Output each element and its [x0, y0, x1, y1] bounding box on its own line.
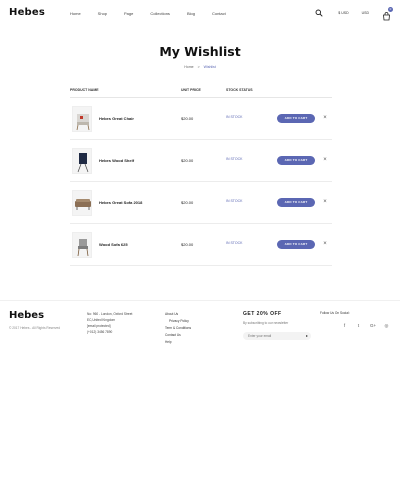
footer-contact: No: 960 - London, Oxford Street EC,Unite…	[87, 311, 132, 335]
twitter-icon[interactable]: t	[356, 323, 361, 329]
remove-icon[interactable]: ×	[322, 199, 328, 205]
remove-icon[interactable]: ×	[322, 157, 328, 163]
footer-links: About Us Privacy Policy Term & Condition…	[165, 311, 191, 346]
product-thumbnail[interactable]	[72, 106, 92, 132]
nav-item-collections[interactable]: Collections	[150, 11, 170, 16]
nav-item-contact[interactable]: Contact	[212, 11, 226, 16]
main-nav: Home Shop Page Collections Blog Contact	[70, 11, 243, 16]
product-thumbnail[interactable]	[72, 190, 92, 216]
email-input[interactable]	[248, 333, 303, 339]
newsletter-title: GET 20% OFF	[243, 311, 282, 317]
nav-item-page[interactable]: Page	[124, 11, 133, 16]
stock-status: IN STOCK	[226, 157, 243, 161]
header-product-name: PRODUCT NAME	[70, 88, 99, 92]
table-header: PRODUCT NAME UNIT PRICE STOCK STATUS	[70, 86, 332, 98]
product-name[interactable]: Hebes Great Chair	[99, 116, 134, 121]
nav-item-blog[interactable]: Blog	[187, 11, 195, 16]
unit-price: $20.00	[181, 158, 194, 163]
header-unit-price: UNIT PRICE	[181, 88, 201, 92]
product-name[interactable]: Wood Sofa 625	[99, 242, 128, 247]
product-thumbnail[interactable]	[72, 148, 92, 174]
follow-label: Follow Us On Social:	[320, 311, 350, 315]
stock-status: IN STOCK	[226, 115, 243, 119]
footer-link-contact[interactable]: Contact Us	[165, 332, 191, 339]
nav-item-home[interactable]: Home	[70, 11, 81, 16]
add-to-cart-button[interactable]: ADD TO CART	[277, 240, 315, 249]
footer-link-privacy[interactable]: Privacy Policy	[165, 318, 191, 325]
cart-icon[interactable]: 0	[382, 7, 393, 21]
newsletter-form: ▸	[243, 332, 311, 340]
cart-count-badge: 0	[388, 7, 393, 12]
product-name[interactable]: Hebes Great Sofa 2018	[99, 200, 142, 205]
footer-link-about[interactable]: About Us	[165, 311, 191, 318]
contact-phone: (+012) 3456 7890	[87, 330, 113, 334]
nav-item-shop[interactable]: Shop	[98, 11, 107, 16]
unit-price: $20.00	[181, 242, 194, 247]
unit-price: $20.00	[181, 116, 194, 121]
site-logo[interactable]: Hebes	[9, 7, 45, 18]
add-to-cart-button[interactable]: ADD TO CART	[277, 156, 315, 165]
header-actions: $ USD USD 0	[315, 7, 393, 21]
breadcrumb-separator: >	[197, 65, 200, 69]
copyright-text: © 2017 Hebes - All Rights Reserved	[9, 326, 61, 330]
stock-status: IN STOCK	[226, 241, 243, 245]
unit-price: $20.00	[181, 200, 194, 205]
table-row: Hebes Wood Shelf $20.00 IN STOCK ADD TO …	[70, 140, 332, 182]
google-plus-icon[interactable]: G+	[370, 323, 376, 329]
add-to-cart-button[interactable]: ADD TO CART	[277, 114, 315, 123]
subscribe-arrow-icon[interactable]: ▸	[306, 333, 308, 339]
add-to-cart-button[interactable]: ADD TO CART	[277, 198, 315, 207]
header-stock-status: STOCK STATUS	[226, 88, 253, 92]
site-header: Hebes Home Shop Page Collections Blog Co…	[0, 0, 400, 26]
footer-link-terms[interactable]: Term & Conditions	[165, 325, 191, 332]
footer-logo[interactable]: Hebes	[9, 310, 44, 321]
search-icon[interactable]	[315, 9, 323, 17]
site-footer: Hebes © 2017 Hebes - All Rights Reserved…	[0, 300, 400, 360]
table-row: Wood Sofa 625 $20.00 IN STOCK ADD TO CAR…	[70, 224, 332, 266]
product-name[interactable]: Hebes Wood Shelf	[99, 158, 134, 163]
wishlist-table: PRODUCT NAME UNIT PRICE STOCK STATUS Heb…	[70, 86, 332, 266]
footer-link-help[interactable]: Help	[165, 339, 191, 346]
remove-icon[interactable]: ×	[322, 241, 328, 247]
language-selector[interactable]: USD	[362, 11, 369, 15]
instagram-icon[interactable]: ◎	[384, 323, 389, 329]
stock-status: IN STOCK	[226, 199, 243, 203]
breadcrumb-current: Wishlist	[203, 65, 216, 69]
social-links: f t G+ ◎	[342, 323, 398, 329]
currency-selector[interactable]: $ USD	[338, 11, 348, 15]
breadcrumb-home[interactable]: Home	[184, 65, 193, 69]
product-thumbnail[interactable]	[72, 232, 92, 258]
facebook-icon[interactable]: f	[342, 323, 347, 329]
newsletter-description: By subscribing to our newsletter	[243, 321, 289, 325]
table-row: Hebes Great Chair $20.00 IN STOCK ADD TO…	[70, 98, 332, 140]
page-title: My Wishlist	[159, 44, 241, 59]
remove-icon[interactable]: ×	[322, 115, 328, 121]
breadcrumb: Home > Wishlist	[0, 65, 400, 69]
table-row: Hebes Great Sofa 2018 $20.00 IN STOCK AD…	[70, 182, 332, 224]
